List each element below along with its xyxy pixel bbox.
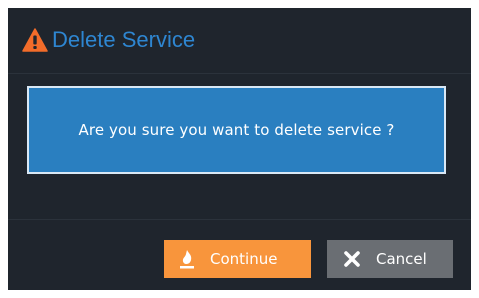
confirmation-message: Are you sure you want to delete service … xyxy=(78,121,395,139)
dialog-header: Delete Service xyxy=(8,8,471,74)
fire-icon xyxy=(180,250,194,269)
close-x-icon xyxy=(344,251,360,267)
cancel-button[interactable]: Cancel xyxy=(327,240,453,278)
dialog-footer: Continue Cancel xyxy=(8,220,471,290)
dialog-body: Are you sure you want to delete service … xyxy=(8,74,471,220)
cancel-button-label: Cancel xyxy=(376,250,427,268)
dialog-title: Delete Service xyxy=(52,27,196,52)
continue-button-label: Continue xyxy=(210,250,278,268)
delete-service-dialog: Delete Service Are you sure you want to … xyxy=(8,8,471,290)
continue-button[interactable]: Continue xyxy=(164,240,311,278)
confirmation-message-box: Are you sure you want to delete service … xyxy=(27,86,446,174)
warning-triangle-icon xyxy=(22,28,48,52)
